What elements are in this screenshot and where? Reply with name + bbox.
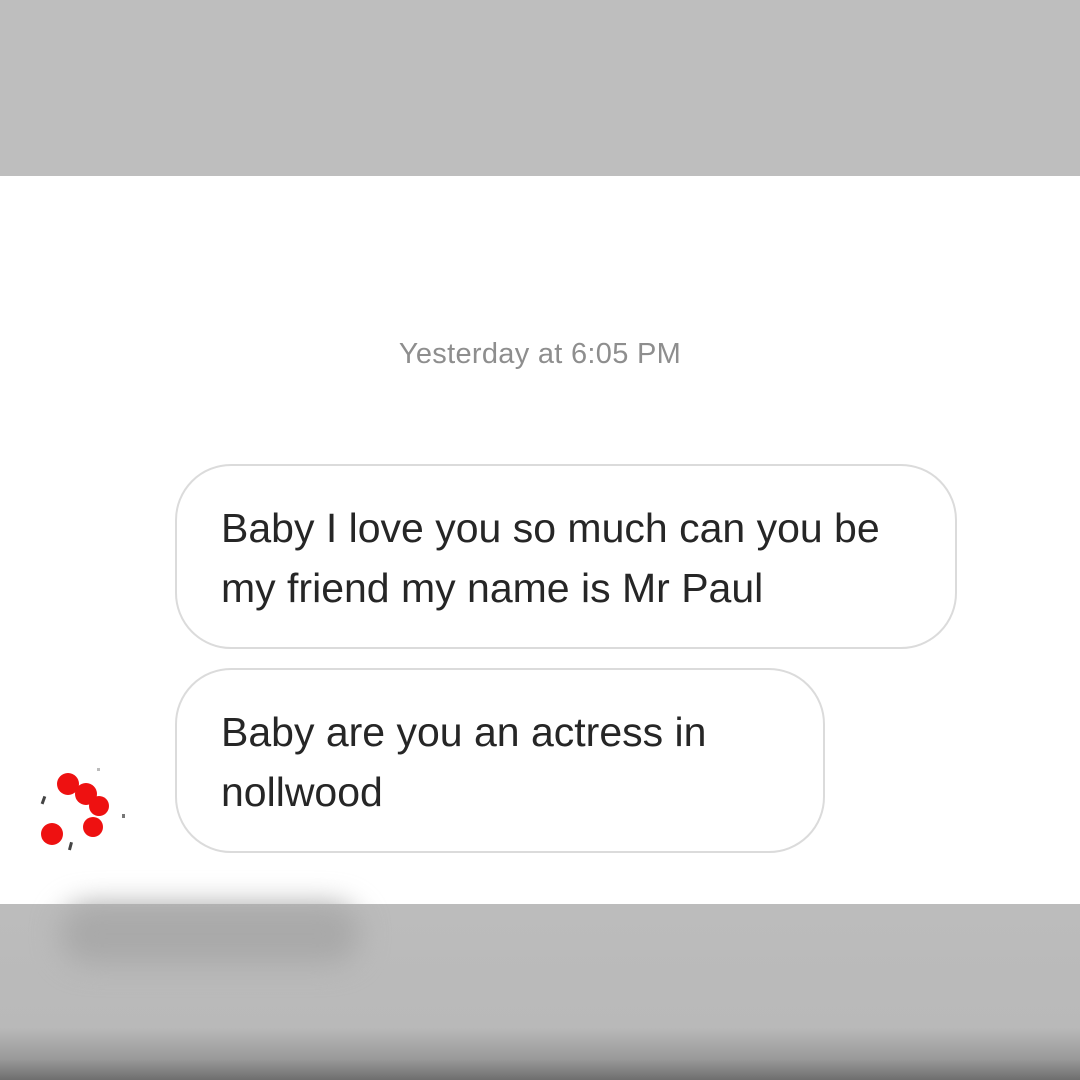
top-gray-band: [0, 0, 1080, 176]
message-text: Baby are you an actress in nollwood: [221, 709, 707, 815]
screenshot-frame: Yesterday at 6:05 PM Baby I love you so …: [0, 0, 1080, 1080]
message-text: Baby I love you so much can you be my fr…: [221, 505, 880, 611]
blurred-shadow: [60, 904, 360, 964]
chat-thread[interactable]: Yesterday at 6:05 PM Baby I love you so …: [0, 176, 1080, 904]
sender-avatar-icon[interactable]: [36, 764, 136, 854]
message-bubble[interactable]: Baby are you an actress in nollwood: [175, 668, 825, 853]
sender-avatar-graphic: [40, 768, 125, 851]
message-timestamp: Yesterday at 6:05 PM: [398, 338, 682, 370]
bottom-gray-band: [0, 904, 1080, 1080]
message-bubble[interactable]: Baby I love you so much can you be my fr…: [175, 464, 957, 649]
